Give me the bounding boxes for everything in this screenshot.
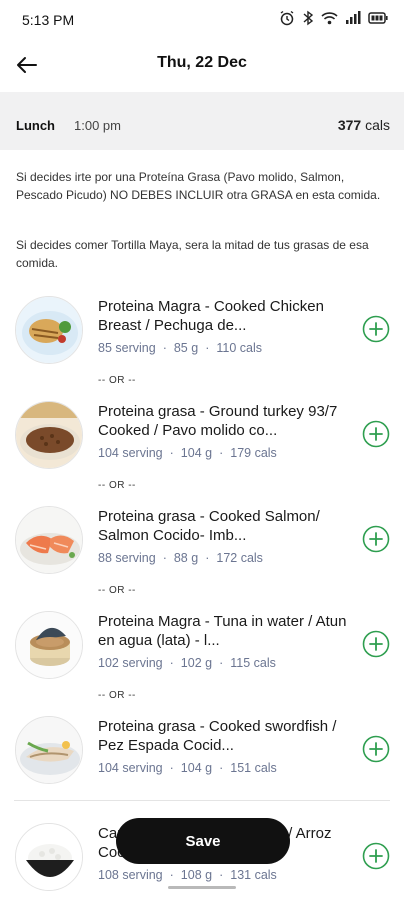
food-name: Proteina grasa - Cooked Salmon/ Salmon C… [98,508,320,544]
food-meta: 108 serving · 108 g · 131 cals [98,868,277,882]
food-name: Proteina Magra - Cooked Chicken Breast /… [98,298,324,334]
food-meta: 104 serving · 104 g · 151 cals [98,761,277,775]
meal-calories: 377 cals [338,117,390,133]
food-item[interactable]: Proteina grasa - Cooked swordfish / Pez … [0,711,404,791]
tuna-can-image [15,611,83,679]
meal-header: Lunch 1:00 pm 377 cals [0,92,404,150]
home-indicator [168,886,236,889]
or-separator: -- OR -- [98,690,136,701]
food-item[interactable]: Proteina Magra - Cooked Chicken Breast /… [0,291,404,371]
app-bar: Thu, 22 Dec [0,40,404,90]
alarm-icon [280,10,294,26]
status-bar: 5:13 PM [0,0,404,40]
food-grams: 102 g [180,656,213,670]
meal-name: Lunch [16,118,55,133]
section-divider [14,800,390,801]
food-name: Proteina grasa - Cooked swordfish / Pez … [98,718,337,754]
food-item[interactable]: Proteina grasa - Ground turkey 93/7 Cook… [0,396,404,476]
swordfish-image [15,716,83,784]
food-grams: 88 g [173,551,199,565]
food-calories: 179 cals [230,446,277,460]
add-circle-icon[interactable] [362,420,390,448]
or-separator: -- OR -- [98,480,136,491]
meal-calories-value: 377 [337,117,362,133]
wifi-icon [321,12,338,25]
food-grams: 104 g [180,446,213,460]
food-meta: 104 serving · 104 g · 179 cals [98,446,277,460]
ground-turkey-image [15,401,83,469]
food-name: Proteina Magra - Tuna in water / Atun en… [98,613,347,649]
signal-icon [346,11,361,24]
food-name: Proteina grasa - Ground turkey 93/7 Cook… [98,403,338,439]
status-icons [279,10,388,26]
food-item[interactable]: Proteina Magra - Tuna in water / Atun en… [0,606,404,686]
bluetooth-icon [303,10,314,26]
add-circle-icon[interactable] [362,630,390,658]
food-calories: 131 cals [230,868,277,882]
page-title: Thu, 22 Dec [157,54,247,71]
food-serving: 104 serving [98,761,163,775]
or-separator: -- OR -- [98,585,136,596]
or-separator: -- OR -- [98,375,136,386]
add-circle-icon[interactable] [362,315,390,343]
food-meta: 102 serving · 102 g · 115 cals [98,656,276,670]
save-button[interactable]: Save [116,818,290,864]
add-circle-icon[interactable] [362,842,390,870]
food-grams: 104 g [180,761,213,775]
food-meta: 88 serving · 88 g · 172 cals [98,551,263,565]
chicken-breast-image [15,296,83,364]
food-serving: 88 serving [98,551,156,565]
salmon-image [15,506,83,574]
add-circle-icon[interactable] [362,525,390,553]
rice-bowl-image [15,823,83,891]
food-serving: 102 serving [98,656,163,670]
food-calories: 172 cals [216,551,263,565]
meal-time: 1:00 pm [74,118,121,133]
food-serving: 85 serving [98,341,156,355]
meal-note-tortilla: Si decides comer Tortilla Maya, sera la … [16,238,369,270]
food-calories: 110 cals [216,341,263,355]
food-calories: 115 cals [230,656,276,670]
food-calories: 151 cals [230,761,277,775]
add-circle-icon[interactable] [362,735,390,763]
battery-icon [368,12,388,24]
food-meta: 85 serving · 85 g · 110 cals [98,341,263,355]
status-time: 5:13 PM [22,12,75,28]
food-serving: 108 serving [98,868,163,882]
food-item[interactable]: Proteina grasa - Cooked Salmon/ Salmon C… [0,501,404,581]
food-grams: 108 g [180,868,213,882]
meal-calories-unit: cals [365,117,390,133]
food-serving: 104 serving [98,446,163,460]
food-grams: 85 g [173,341,199,355]
meal-note-fat-protein: Si decides irte por una Proteína Grasa (… [16,170,381,202]
